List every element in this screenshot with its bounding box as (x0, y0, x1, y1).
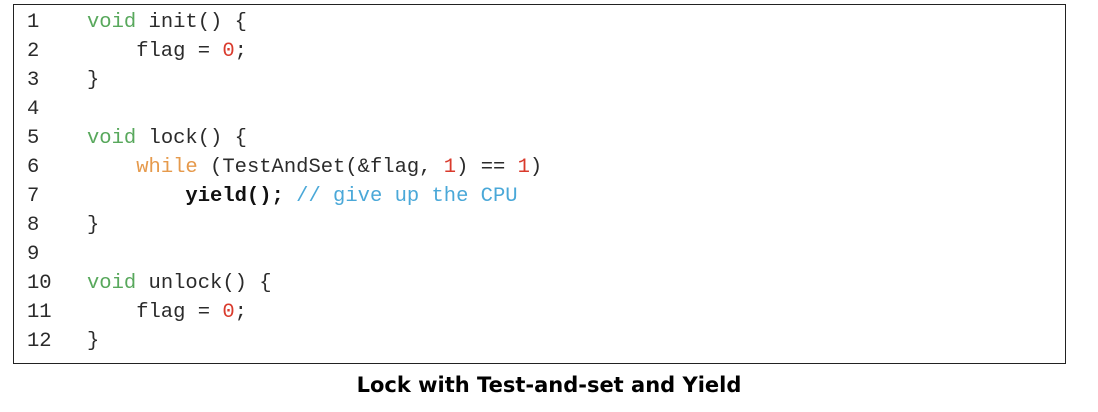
line-number: 7 (27, 185, 40, 208)
code-keyword: void (87, 127, 137, 150)
code-token: ; (234, 301, 247, 324)
code-token: (TestAndSet(&flag, (197, 156, 444, 179)
line-number: 5 (27, 127, 40, 150)
code-number: 0 (222, 40, 235, 63)
code-number: 1 (443, 156, 457, 179)
code-token: ) == (456, 156, 518, 179)
code-token: ; (234, 40, 247, 63)
code-keyword: while (136, 156, 198, 179)
code-token: flag = (87, 40, 223, 63)
line-number: 2 (27, 40, 40, 63)
line-number: 9 (27, 243, 40, 266)
line-number: 11 (27, 301, 52, 324)
code-token: init() { (136, 11, 247, 34)
code-text: } (87, 66, 99, 95)
code-text: yield(); // give up the CPU (87, 182, 518, 211)
line-number: 4 (27, 98, 40, 121)
code-keyword: void (87, 11, 137, 34)
figure-caption: Lock with Test-and-set and Yield (356, 373, 742, 397)
code-text: } (87, 211, 99, 240)
line-number: 6 (27, 156, 40, 179)
code-comment: // give up the CPU (296, 185, 518, 208)
code-text: while (TestAndSet(&flag, 1) == 1) (87, 153, 542, 182)
line-number: 1 (27, 11, 40, 34)
line-number: 3 (27, 69, 40, 92)
code-token: } (87, 69, 100, 92)
code-token: yield(); (185, 185, 284, 208)
line-number: 10 (27, 272, 52, 295)
code-token: } (87, 214, 100, 237)
code-token: unlock() { (136, 272, 272, 295)
code-keyword: void (87, 272, 137, 295)
code-listing-box: 1 void init() { 2 flag = 0; 3} 4 5 void lock()… (13, 4, 1066, 364)
code-token: ) (529, 156, 543, 179)
code-text: void lock() { (87, 124, 247, 153)
code-text: void unlock() { (87, 269, 272, 298)
code-text: void init() { (87, 8, 247, 37)
code-token: } (87, 330, 100, 353)
code-token: lock() { (136, 127, 247, 150)
code-text: } (87, 327, 99, 356)
code-text: flag = 0; (87, 298, 247, 327)
code-text: flag = 0; (87, 37, 247, 66)
line-number: 8 (27, 214, 40, 237)
code-number: 0 (222, 301, 235, 324)
code-number: 1 (517, 156, 530, 179)
code-token: flag = (87, 301, 223, 324)
line-number: 12 (27, 330, 52, 353)
